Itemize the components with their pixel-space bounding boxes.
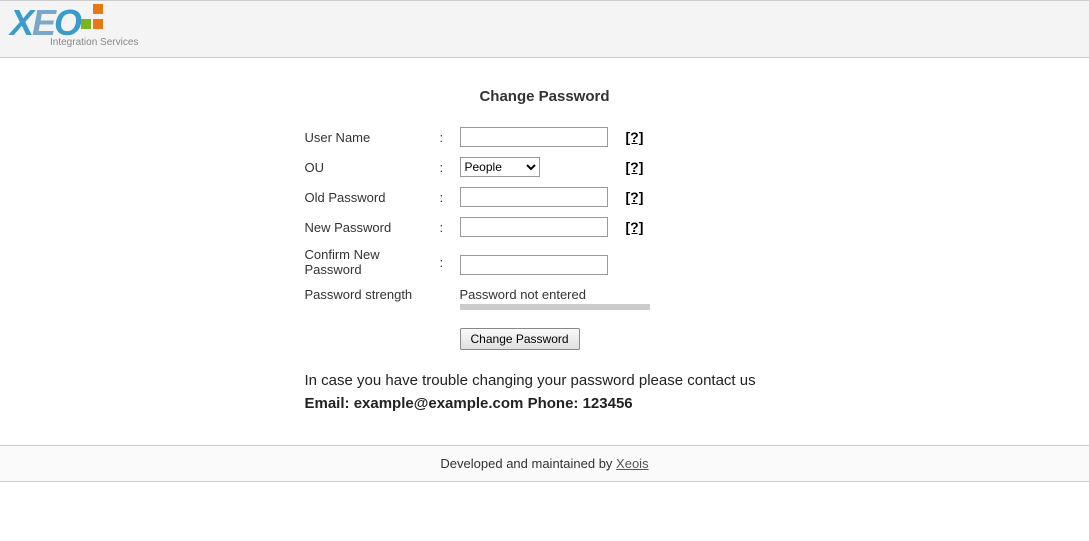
main-content: Change Password User Name : [?] OU : Peo… bbox=[0, 58, 1089, 435]
logo: XEO Integration Services bbox=[10, 5, 138, 48]
row-username: User Name : [?] bbox=[305, 127, 785, 147]
footer: Developed and maintained by Xeois bbox=[0, 445, 1089, 482]
logo-squares-icon bbox=[80, 3, 104, 33]
row-ou: OU : People [?] bbox=[305, 157, 785, 177]
logo-subtitle: Integration Services bbox=[50, 37, 138, 48]
strength-text: Password not entered bbox=[460, 287, 650, 302]
strength-label: Password strength bbox=[305, 287, 440, 302]
help-contact: Email: example@example.com Phone: 123456 bbox=[305, 393, 785, 416]
colon: : bbox=[440, 247, 460, 270]
row-new-password: New Password : [?] bbox=[305, 217, 785, 237]
row-password-strength: Password strength Password not entered bbox=[305, 287, 785, 310]
new-password-label: New Password bbox=[305, 220, 440, 235]
footer-link[interactable]: Xeois bbox=[616, 456, 649, 471]
new-password-input[interactable] bbox=[460, 217, 608, 237]
help-text: In case you have trouble changing your p… bbox=[305, 370, 785, 415]
change-password-form: Change Password User Name : [?] OU : Peo… bbox=[305, 88, 785, 415]
page-title: Change Password bbox=[305, 88, 785, 105]
old-password-input[interactable] bbox=[460, 187, 608, 207]
help-line1: In case you have trouble changing your p… bbox=[305, 370, 785, 393]
submit-row: Change Password bbox=[460, 328, 785, 350]
colon: : bbox=[440, 130, 460, 145]
strength-bar bbox=[460, 304, 650, 310]
colon: : bbox=[440, 190, 460, 205]
username-label: User Name bbox=[305, 130, 440, 145]
confirm-password-label: Confirm New Password bbox=[305, 247, 440, 277]
help-username-icon[interactable]: [?] bbox=[626, 129, 644, 145]
old-password-label: Old Password bbox=[305, 190, 440, 205]
ou-select[interactable]: People bbox=[460, 157, 540, 177]
change-password-button[interactable]: Change Password bbox=[460, 328, 580, 350]
ou-label: OU bbox=[305, 160, 440, 175]
username-input[interactable] bbox=[460, 127, 608, 147]
header: XEO Integration Services bbox=[0, 0, 1089, 58]
row-old-password: Old Password : [?] bbox=[305, 187, 785, 207]
colon: : bbox=[440, 220, 460, 235]
help-ou-icon[interactable]: [?] bbox=[626, 159, 644, 175]
footer-text: Developed and maintained by bbox=[440, 456, 616, 471]
colon: : bbox=[440, 160, 460, 175]
row-confirm-password: Confirm New Password : bbox=[305, 247, 785, 277]
confirm-password-input[interactable] bbox=[460, 255, 608, 275]
help-old-password-icon[interactable]: [?] bbox=[626, 189, 644, 205]
help-new-password-icon[interactable]: [?] bbox=[626, 219, 644, 235]
